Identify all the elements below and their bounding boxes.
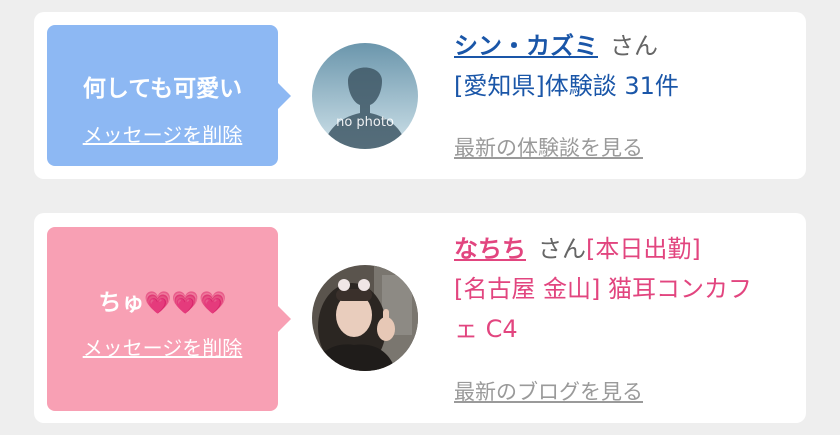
latest-reviews-link[interactable]: 最新の体験談を見る <box>454 132 643 162</box>
profile-detail: [愛知県]体験談 31件 <box>454 72 679 100</box>
work-status: [本日出勤] <box>586 235 701 263</box>
honorific: さん <box>538 235 586 263</box>
favorite-card: 何しても可愛い メッセージを削除 no photo シン・カズミ さん [愛知県]… <box>34 12 806 179</box>
avatar[interactable] <box>312 265 418 371</box>
message-text: ちゅ💗💗💗 <box>47 283 278 317</box>
message-bubble: ちゅ💗💗💗 メッセージを削除 <box>47 227 291 411</box>
profile-info: なちち さん[本日出勤] [名古屋 金山] 猫耳コンカフ ェ C4 <box>454 229 796 349</box>
latest-blog-link[interactable]: 最新のブログを見る <box>454 376 643 406</box>
honorific: さん <box>610 32 658 60</box>
message-text: 何しても可愛い <box>82 76 243 102</box>
heart-icon: 💗💗💗 <box>144 291 227 316</box>
delete-message-link[interactable]: メッセージを削除 <box>47 332 278 361</box>
profile-detail: [名古屋 金山] 猫耳コンカフ <box>454 275 752 303</box>
favorite-card: ちゅ💗💗💗 メッセージを削除 なちち さん[本日出勤] [名古屋 金山] 猫耳コン… <box>34 213 806 423</box>
message-text-content: ちゅ <box>98 290 145 316</box>
no-photo-avatar-icon <box>312 43 418 149</box>
avatar[interactable]: no photo <box>312 43 418 149</box>
message-bubble: 何しても可愛い メッセージを削除 <box>47 25 291 166</box>
profile-photo-icon <box>312 265 418 371</box>
profile-info: シン・カズミ さん [愛知県]体験談 31件 <box>454 26 796 106</box>
profile-name-link[interactable]: なちち <box>454 235 526 263</box>
delete-message-link[interactable]: メッセージを削除 <box>47 119 278 148</box>
avatar-placeholder-text: no photo <box>336 115 394 130</box>
profile-detail-continued: ェ C4 <box>454 315 518 343</box>
profile-name-link[interactable]: シン・カズミ <box>454 32 598 60</box>
